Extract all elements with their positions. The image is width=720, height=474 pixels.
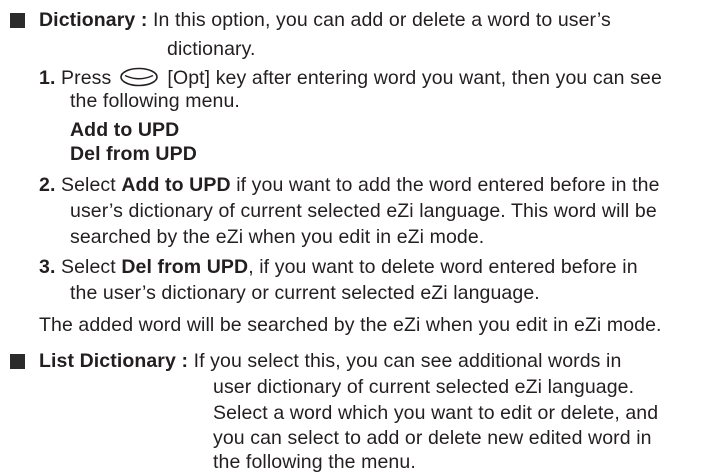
dictionary-desc-line1: In this option, you can add or delete a … — [153, 9, 611, 31]
step-2-bold: Add to UPD — [121, 174, 231, 196]
list-dictionary-desc-line1: If you select this, you can see addition… — [193, 350, 622, 372]
menu-item-del: Del from UPD — [70, 143, 197, 165]
step-3-line2: the user’s dictionary or current selecte… — [70, 282, 540, 304]
list-dictionary-desc-line5: the following the menu. — [213, 451, 416, 473]
step-1-rest: [Opt] key after entering word you want, … — [167, 67, 662, 89]
list-dictionary-desc-line3: Select a word which you want to edit or … — [213, 402, 659, 424]
step-2-rest: if you want to add the word entered befo… — [236, 174, 660, 196]
dictionary-line1: Dictionary : In this option, you can add… — [39, 8, 611, 32]
step-2-pre: Select — [61, 174, 116, 196]
step-1-pre-icon: Press — [61, 67, 112, 89]
step-number: 1. — [39, 67, 56, 89]
step-3-bold: Del from UPD — [121, 256, 249, 278]
step-2-line1: 2. Select Add to UPD if you want to add … — [39, 173, 660, 197]
bullet-square-icon — [10, 354, 25, 369]
list-dictionary-term: List Dictionary : — [39, 350, 189, 372]
list-dictionary-desc-line4: you can select to add or delete new edit… — [213, 427, 652, 449]
step-3-line1: 3. Select Del from UPD, if you want to d… — [39, 255, 638, 279]
note-text: The added word will be searched by the e… — [39, 314, 662, 336]
opt-key-icon — [120, 67, 158, 87]
step-3-pre: Select — [61, 256, 116, 278]
bullet-square-icon — [10, 13, 25, 28]
step-number: 3. — [39, 256, 56, 278]
step-1-line2: the following menu. — [70, 90, 240, 112]
step-3-rest: , if you want to delete word entered bef… — [248, 256, 638, 278]
menu-item-add: Add to UPD — [70, 119, 180, 141]
manual-page: Dictionary : In this option, you can add… — [0, 0, 720, 473]
step-1-line1: 1. Press [Opt] key after entering word y… — [39, 66, 662, 90]
step-number: 2. — [39, 174, 56, 196]
dictionary-desc-line2: dictionary. — [167, 38, 256, 60]
list-dictionary-desc-line2: user dictionary of current selected eZi … — [213, 376, 635, 398]
list-dictionary-line1: List Dictionary : If you select this, yo… — [39, 349, 621, 373]
dictionary-term: Dictionary : — [39, 9, 148, 31]
step-2-line3: searched by the eZi when you edit in eZi… — [70, 226, 485, 248]
step-2-line2: user’s dictionary of current selected eZ… — [70, 200, 657, 222]
